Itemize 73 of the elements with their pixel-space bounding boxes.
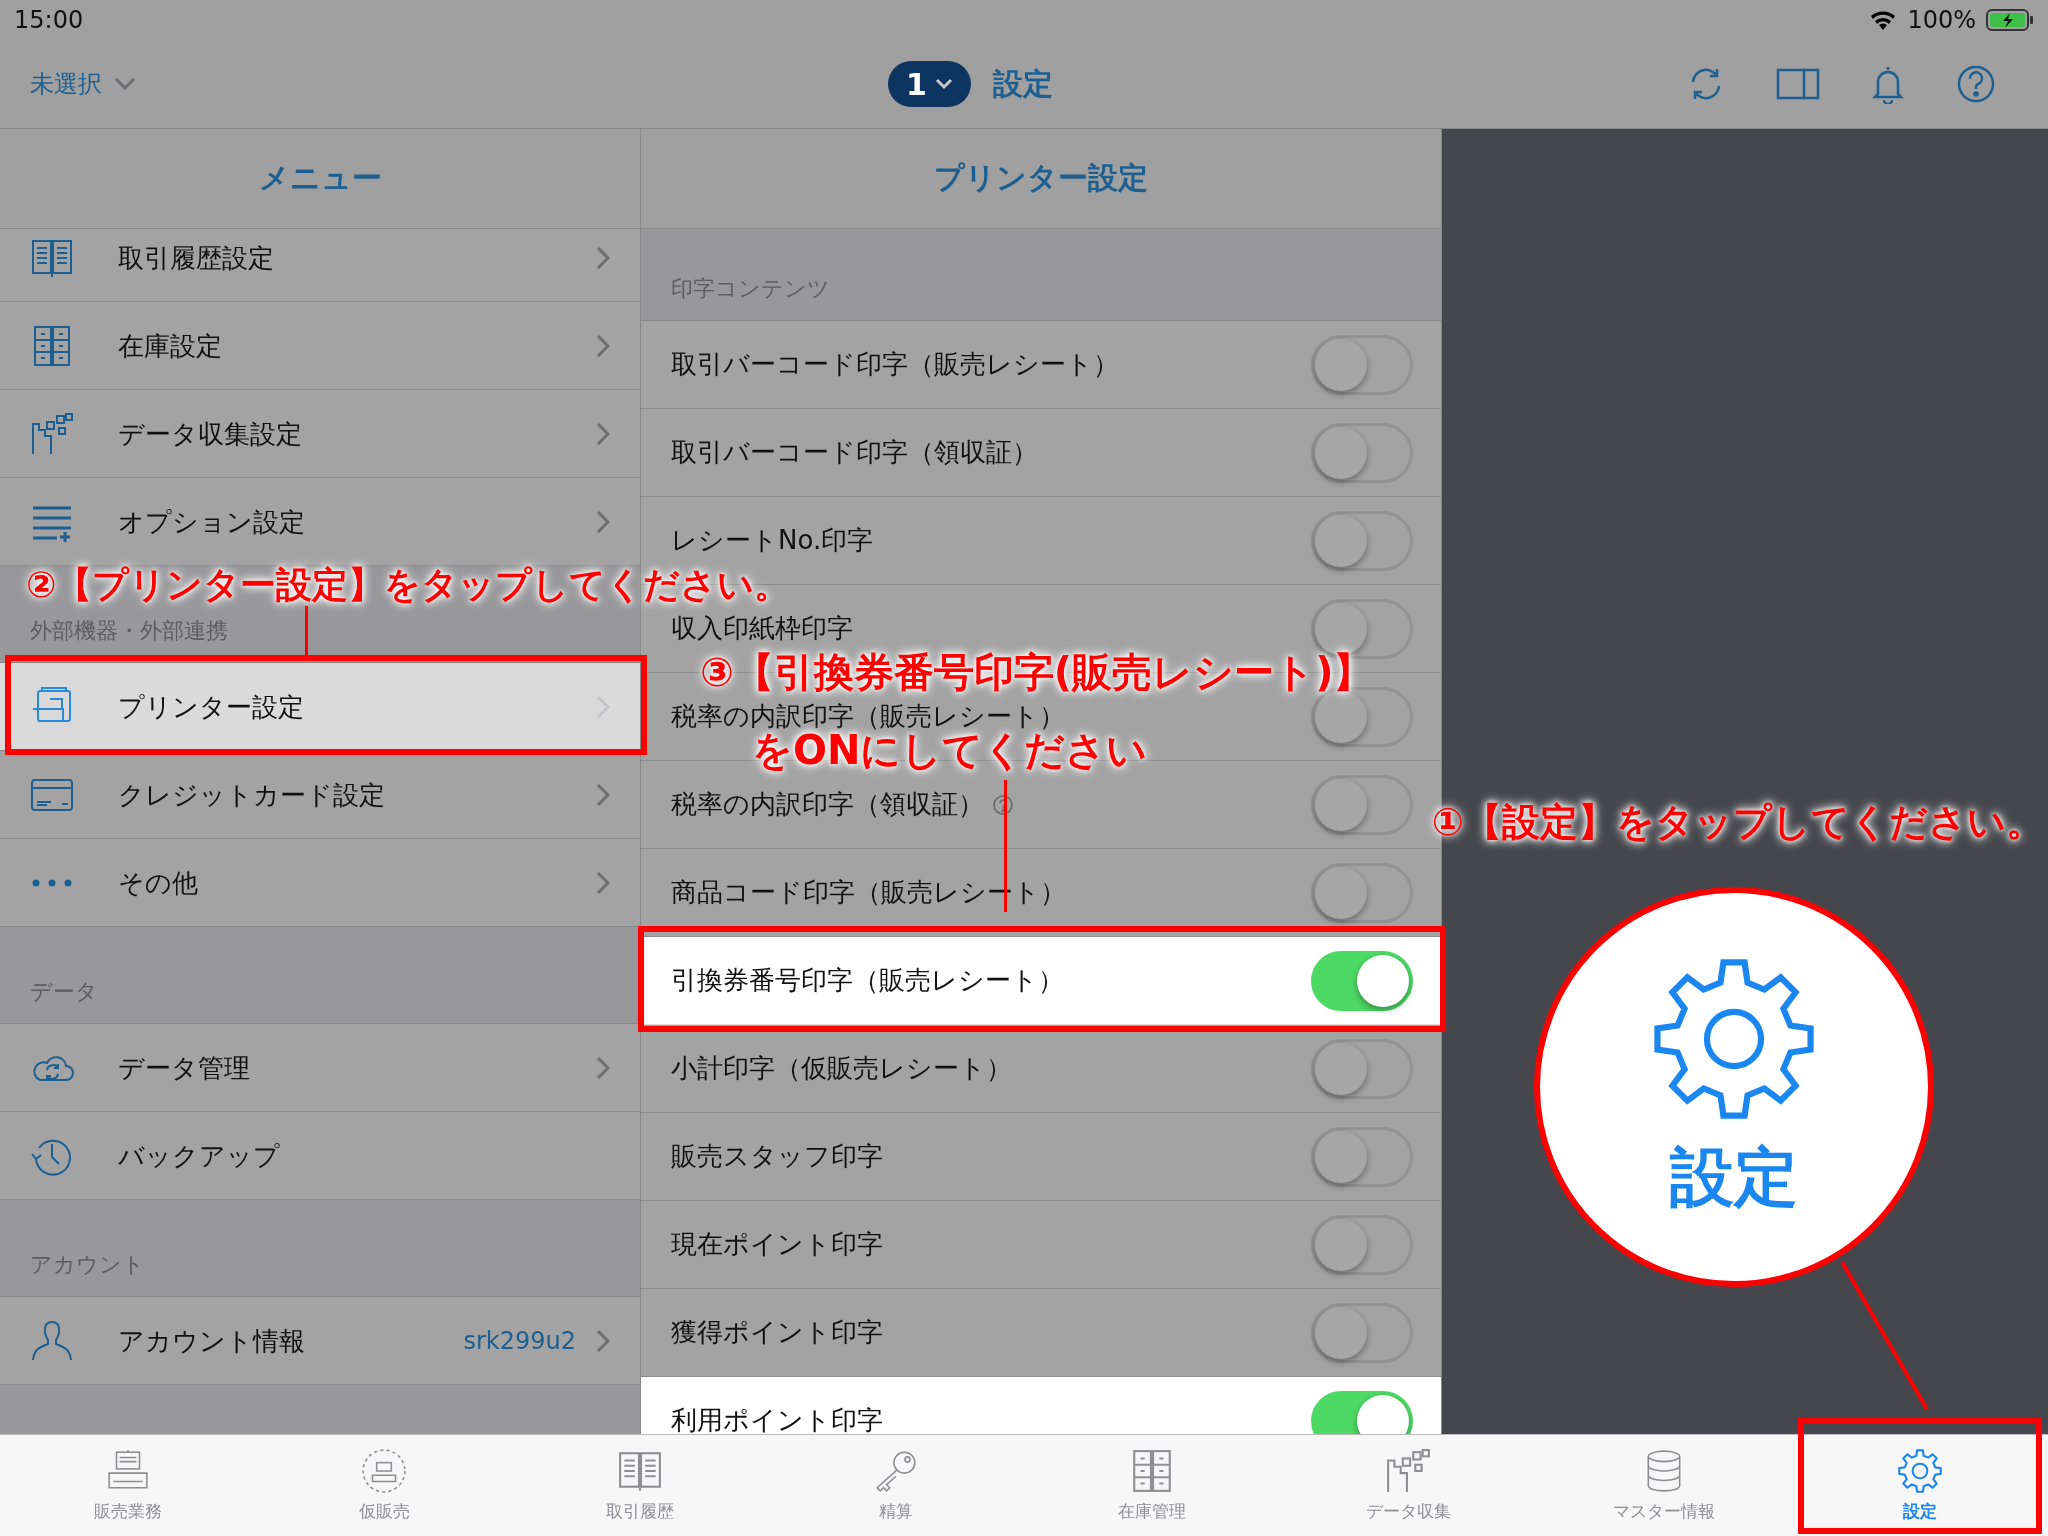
toggle-switch[interactable] <box>1311 1126 1413 1187</box>
bell-icon[interactable] <box>1872 64 1904 104</box>
leader-line <box>305 606 308 656</box>
menu-item[interactable]: バックアップ <box>0 1112 640 1200</box>
setting-label: 引換券番号印字（販売レシート） <box>671 966 1064 995</box>
help-icon[interactable] <box>992 793 1014 816</box>
split-view-icon[interactable] <box>1776 68 1820 100</box>
menu-label: 在庫設定 <box>118 330 222 361</box>
menu-label: バックアップ <box>118 1140 280 1171</box>
chevron-down-icon <box>114 77 136 91</box>
tab-icon <box>1897 1448 1943 1494</box>
section-header: アカウント <box>30 1251 145 1279</box>
setting-label: 取引バーコード印字（領収証） <box>671 438 1038 467</box>
toggle-switch[interactable] <box>1311 1302 1413 1363</box>
toggle-switch[interactable] <box>1311 1390 1413 1434</box>
toggle-switch[interactable] <box>1311 774 1413 835</box>
menu-item[interactable]: 在庫設定 <box>0 302 640 390</box>
annotation-text: ②【プリンター設定】をタップしてください。 <box>26 567 791 603</box>
battery-percentage: 100% <box>1907 6 1976 34</box>
menu-label: データ収集設定 <box>118 418 302 449</box>
tab-icon <box>873 1448 919 1494</box>
menu-item[interactable]: データ管理 <box>0 1024 640 1112</box>
menu-label: その他 <box>118 867 198 898</box>
setting-label: 小計印字（仮販売レシート） <box>671 1054 1012 1083</box>
annotation-text: ③【引換券番号印字(販売レシート)】 <box>700 648 1374 696</box>
menu-item[interactable]: その他 <box>0 839 640 927</box>
toggle-switch[interactable] <box>1311 950 1413 1011</box>
menu-label: プリンター設定 <box>118 691 304 722</box>
annotation-text: ①【設定】をタップしてください。 <box>1431 800 2044 846</box>
menu-item[interactable]: アカウント情報 srk299u2 <box>0 1297 640 1385</box>
setting-label: 利用ポイント印字 <box>671 1406 883 1434</box>
toggle-switch[interactable] <box>1311 1038 1413 1099</box>
tab-icon <box>361 1448 407 1494</box>
menu-icon <box>30 878 74 887</box>
column-title: メニュー <box>258 159 382 197</box>
menu-icon <box>30 1318 74 1363</box>
toggle-switch[interactable] <box>1311 862 1413 923</box>
account-id: srk299u2 <box>463 1326 576 1355</box>
section-header: データ <box>30 978 98 1006</box>
menu-label: データ管理 <box>118 1052 250 1083</box>
menu-item[interactable]: オプション設定 <box>0 478 640 566</box>
battery-charging-icon <box>1986 8 2034 32</box>
wifi-icon <box>1869 9 1898 31</box>
column-title: プリンター設定 <box>934 159 1148 197</box>
setting-label: 獲得ポイント印字 <box>671 1318 883 1347</box>
setting-label: 税率の内訳印字（領収証） <box>671 790 984 819</box>
screen-title: 設定 <box>992 64 1053 103</box>
section-header: 印字コンテンツ <box>671 275 830 303</box>
menu-item[interactable]: データ収集設定 <box>0 390 640 478</box>
magnified-tab-label: 設定 <box>1670 1138 1798 1216</box>
setting-label: 取引バーコード印字（販売レシート） <box>671 350 1119 379</box>
setting-label: レシートNo.印字 <box>671 526 874 555</box>
status-time: 15:00 <box>14 6 84 34</box>
menu-label: 取引履歴設定 <box>118 242 274 273</box>
menu-label: アカウント情報 <box>118 1325 305 1356</box>
tab-icon <box>1385 1448 1431 1494</box>
setting-label: 収入印紙枠印字 <box>671 614 853 643</box>
toggle-switch[interactable] <box>1311 510 1413 571</box>
setting-label: 販売スタッフ印字 <box>671 1142 883 1171</box>
section-header: 外部機器・外部連携 <box>30 617 228 645</box>
menu-icon <box>30 411 74 456</box>
register-selector[interactable]: 1 <box>888 61 971 107</box>
setting-label: 現在ポイント印字 <box>671 1230 883 1259</box>
menu-item[interactable]: クレジットカード設定 <box>0 751 640 839</box>
menu-label: オプション設定 <box>118 506 305 537</box>
toggle-switch[interactable] <box>1311 1214 1413 1275</box>
toggle-switch[interactable] <box>1311 334 1413 395</box>
menu-label: クレジットカード設定 <box>118 779 385 810</box>
toggle-switch[interactable] <box>1311 422 1413 483</box>
menu-item[interactable]: 取引履歴設定 <box>0 229 640 302</box>
menu-item[interactable]: プリンター設定 <box>0 663 640 751</box>
help-icon[interactable] <box>1956 64 1996 104</box>
chevron-down-icon <box>934 78 953 90</box>
